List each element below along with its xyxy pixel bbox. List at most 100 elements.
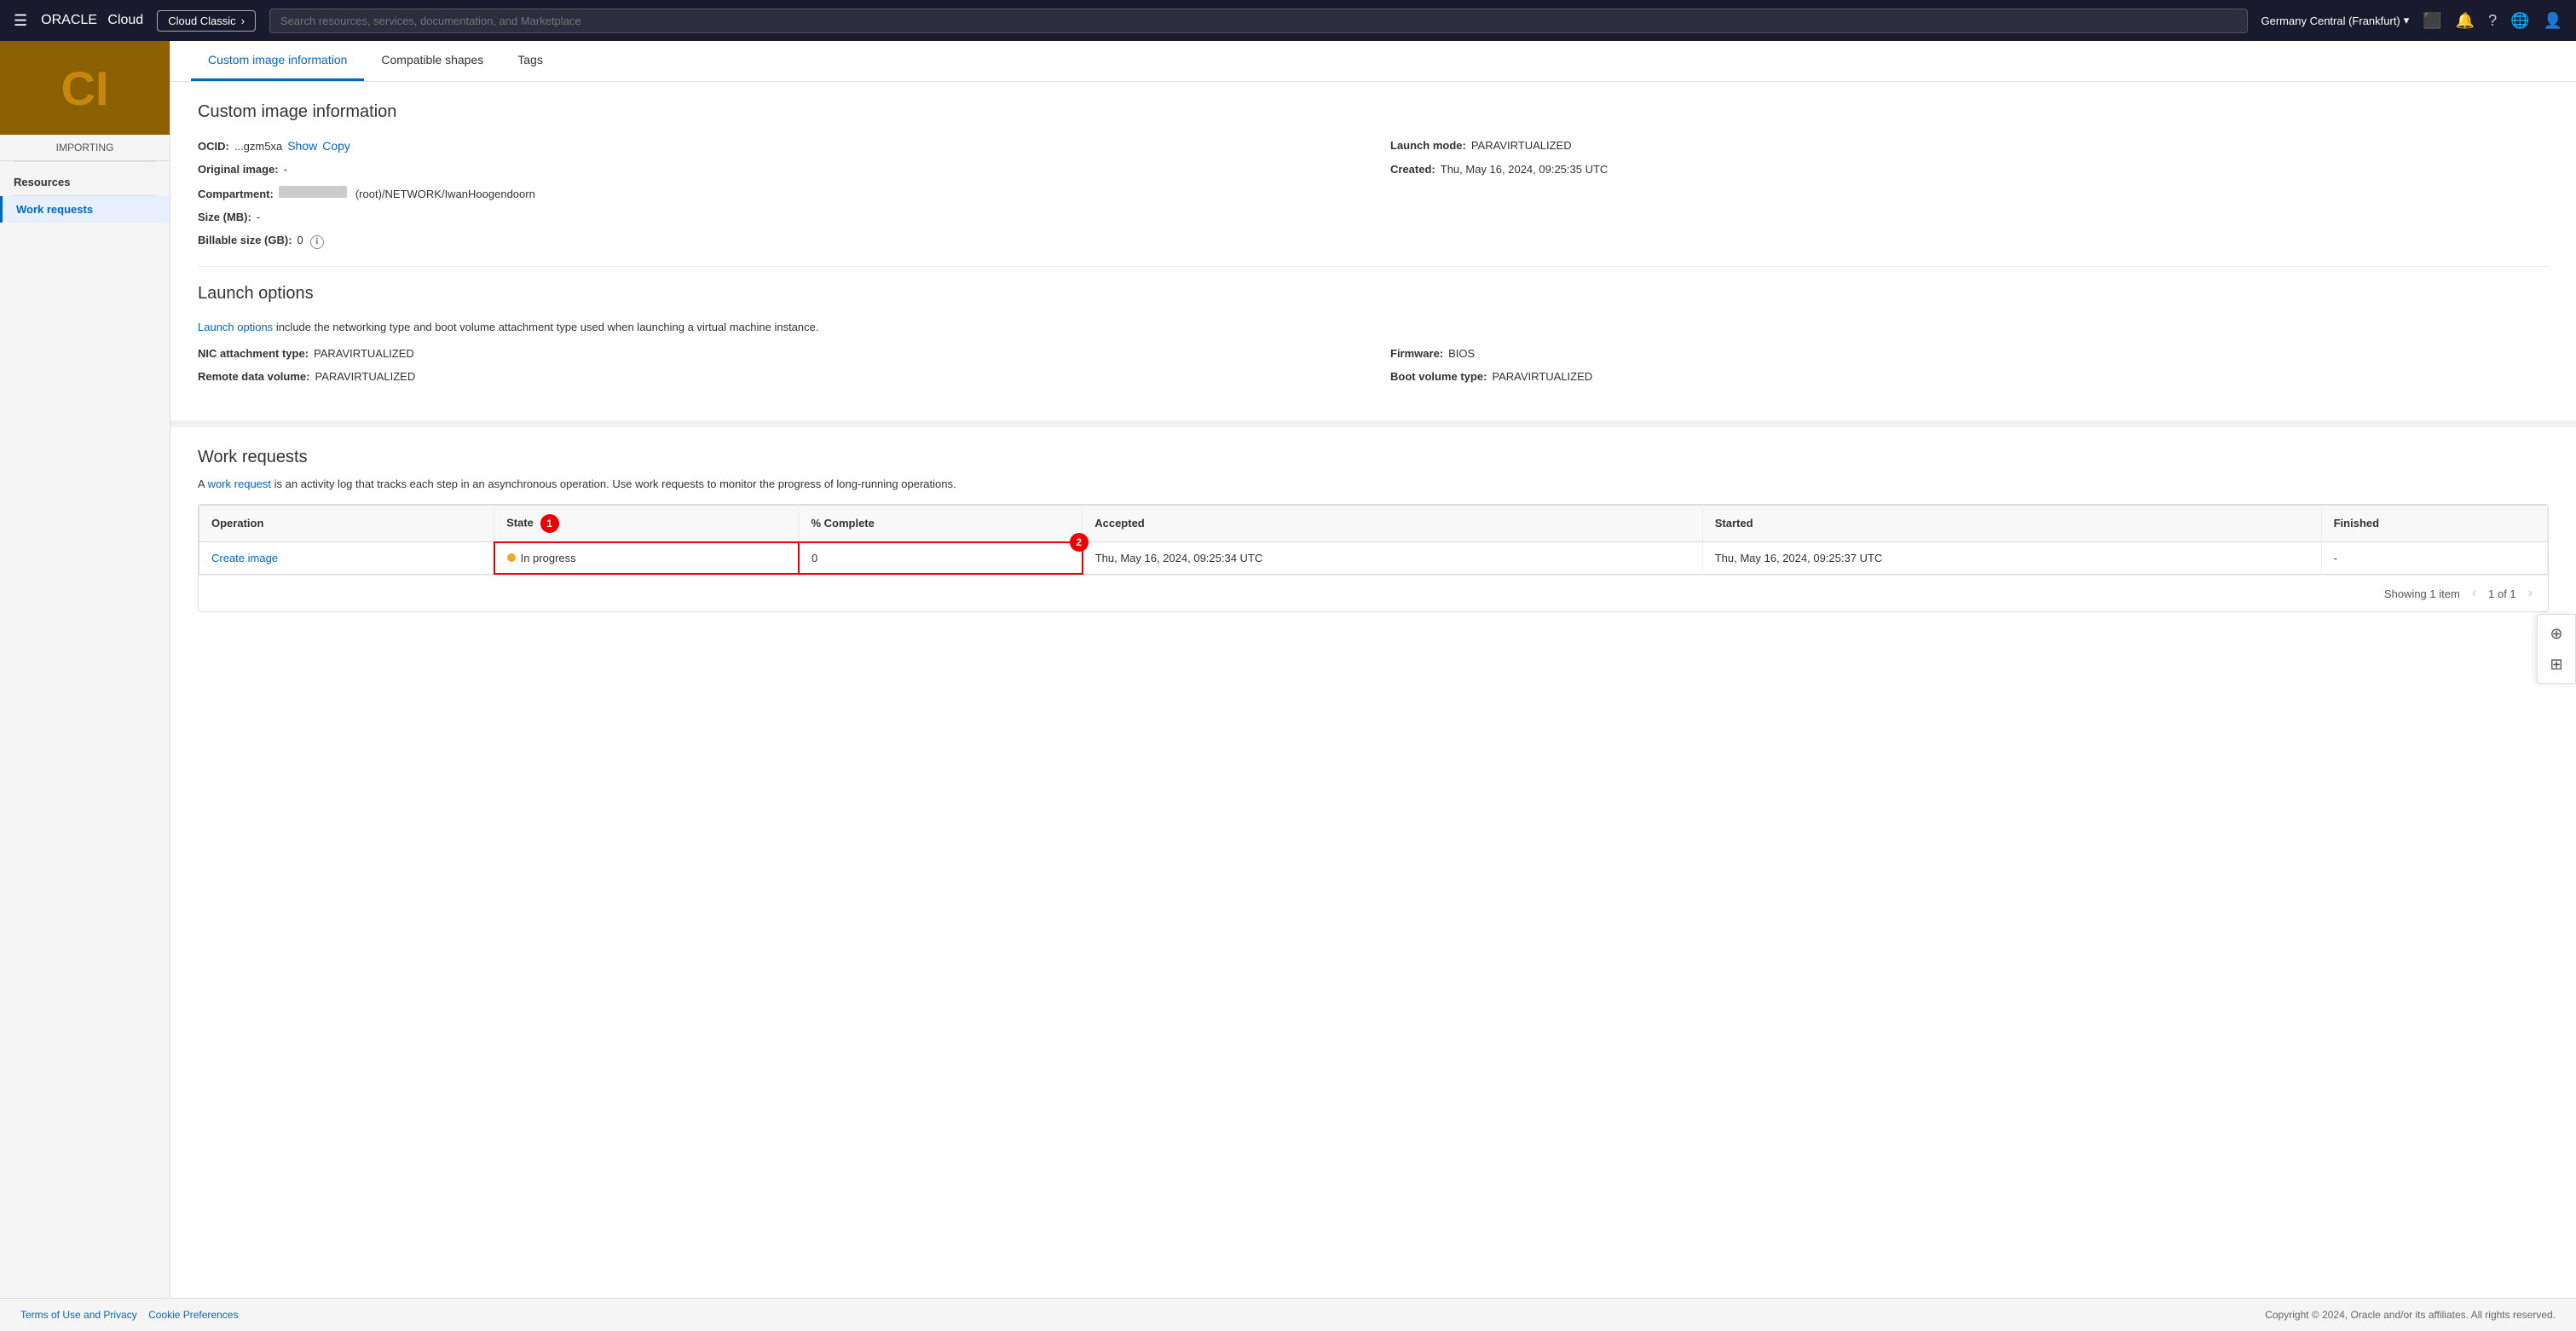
terms-of-use-link[interactable]: Terms of Use and Privacy [20, 1309, 137, 1321]
boot-volume-value: PARAVIRTUALIZED [1492, 370, 1592, 383]
main-content: Custom image information Compatible shap… [170, 41, 2576, 1298]
image-initials: CI [61, 61, 109, 116]
size-row: Size (MB): - [198, 211, 1356, 223]
state-text: In progress [521, 552, 576, 564]
boot-volume-label: Boot volume type: [1390, 370, 1487, 383]
help-icon[interactable]: ? [2488, 12, 2497, 30]
sidebar-item-work-requests[interactable]: Work requests [0, 196, 170, 223]
footer-copyright: Copyright © 2024, Oracle and/or its affi… [2265, 1309, 2556, 1321]
empty-right [1390, 186, 2549, 200]
percent-complete-value: 0 [811, 552, 817, 564]
remote-data-row: Remote data volume: PARAVIRTUALIZED [198, 370, 1356, 383]
firmware-label: Firmware: [1390, 347, 1443, 360]
launch-options-desc-text: include the networking type and boot vol… [276, 321, 819, 333]
ocid-show-link[interactable]: Show [287, 139, 317, 153]
empty-right-2 [1390, 211, 2549, 223]
info-grid: OCID: ...gzm5xa Show Copy Launch mode: P… [198, 139, 2549, 249]
work-request-link[interactable]: work request [208, 477, 271, 490]
section-title: Custom image information [198, 102, 2549, 122]
search-input[interactable] [269, 9, 2247, 33]
cell-finished: - [2321, 542, 2547, 575]
image-status-label: IMPORTING [0, 135, 170, 161]
launch-mode-label: Launch mode: [1390, 139, 1466, 152]
region-selector[interactable]: Germany Central (Frankfurt) ▾ [2261, 14, 2410, 27]
pagination-next-button[interactable]: › [2525, 584, 2536, 603]
launch-options-link[interactable]: Launch options [198, 321, 273, 333]
main-layout: CI IMPORTING Resources Work requests Cus… [0, 41, 2576, 1298]
launch-options-description: Launch options include the networking ty… [198, 321, 2549, 333]
work-requests-table: Operation State 1 % Complete Accepted [199, 505, 2548, 576]
remote-data-label: Remote data volume: [198, 370, 309, 383]
cell-percent-complete: 0 2 [799, 542, 1083, 575]
created-value: Thu, May 16, 2024, 09:25:35 UTC [1441, 163, 1609, 176]
launch-mode-row: Launch mode: PARAVIRTUALIZED [1390, 139, 2549, 153]
state-badge: In progress [507, 552, 576, 564]
cell-state: In progress [494, 542, 799, 575]
remote-data-value: PARAVIRTUALIZED [315, 370, 415, 383]
tab-bar: Custom image information Compatible shap… [170, 41, 2576, 82]
nic-value: PARAVIRTUALIZED [314, 347, 414, 360]
cloud-shell-icon[interactable]: ⬛ [2423, 12, 2441, 30]
tab-compatible-shapes[interactable]: Compatible shapes [364, 41, 500, 81]
page-footer: Terms of Use and Privacy Cookie Preferen… [0, 1298, 2576, 1331]
table-pagination: Showing 1 item ‹ 1 of 1 › [199, 575, 2548, 611]
help-panel-grid-icon[interactable]: ⊞ [2544, 652, 2568, 676]
help-panel: ⊕ ⊞ [2537, 614, 2576, 684]
started-value: Thu, May 16, 2024, 09:25:37 UTC [1715, 552, 1883, 564]
showing-label: Showing 1 item [2384, 587, 2460, 600]
col-percent-complete: % Complete [799, 505, 1083, 542]
cloud-text: Cloud [107, 13, 143, 28]
state-indicator-dot [507, 553, 516, 562]
billable-size-row: Billable size (GB): 0 ℹ [198, 234, 1356, 249]
user-profile-icon[interactable]: 👤 [2544, 12, 2562, 30]
resources-section-label: Resources [0, 162, 170, 195]
cookie-preferences-link[interactable]: Cookie Preferences [148, 1309, 238, 1321]
oracle-text: ORACLE [41, 13, 97, 28]
footer-left: Terms of Use and Privacy Cookie Preferen… [20, 1309, 238, 1321]
ocid-value: ...gzm5xa [234, 140, 282, 153]
nic-label: NIC attachment type: [198, 347, 309, 360]
col-state: State 1 [494, 505, 799, 542]
language-icon[interactable]: 🌐 [2510, 12, 2529, 30]
table-row: Create image In progress 0 2 [199, 542, 2548, 575]
nic-row: NIC attachment type: PARAVIRTUALIZED [198, 347, 1356, 360]
tab-tags[interactable]: Tags [500, 41, 560, 81]
help-panel-lifebuoy-icon[interactable]: ⊕ [2544, 622, 2568, 645]
original-image-label: Original image: [198, 163, 279, 176]
launch-mode-value: PARAVIRTUALIZED [1471, 139, 1572, 152]
cloud-classic-button[interactable]: Cloud Classic › [157, 10, 256, 32]
compartment-row: Compartment: (root)/NETWORK/IwanHoogendo… [198, 186, 1356, 200]
original-image-value: - [284, 163, 287, 176]
billable-size-info-icon[interactable]: ℹ [310, 235, 324, 249]
work-requests-section: Work requests A work request is an activ… [170, 420, 2576, 634]
topnav-right-area: Germany Central (Frankfurt) ▾ ⬛ 🔔 ? 🌐 👤 [2261, 12, 2563, 30]
firmware-row: Firmware: BIOS [1390, 347, 2549, 360]
compartment-label: Compartment: [198, 188, 274, 200]
col-finished: Finished [2321, 505, 2547, 542]
billable-size-label: Billable size (GB): [198, 234, 292, 246]
cell-operation: Create image [199, 542, 494, 575]
ocid-label: OCID: [198, 140, 229, 153]
table-header-row: Operation State 1 % Complete Accepted [199, 505, 2548, 542]
col-started: Started [1702, 505, 2321, 542]
section-divider [198, 266, 2549, 267]
annotation-badge-2: 2 [1070, 533, 1089, 552]
compartment-path: (root)/NETWORK/IwanHoogendoorn [355, 188, 535, 200]
hamburger-menu-icon[interactable]: ☰ [14, 12, 27, 30]
size-value: - [257, 211, 260, 223]
accepted-value: Thu, May 16, 2024, 09:25:34 UTC [1095, 552, 1263, 564]
created-row: Created: Thu, May 16, 2024, 09:25:35 UTC [1390, 163, 2549, 176]
notifications-icon[interactable]: 🔔 [2456, 12, 2475, 30]
cell-started: Thu, May 16, 2024, 09:25:37 UTC [1702, 542, 2321, 575]
create-image-link[interactable]: Create image [211, 552, 278, 564]
work-requests-title: Work requests [198, 448, 2549, 467]
page-info: 1 of 1 [2488, 587, 2516, 600]
sidebar-item-label: Work requests [16, 203, 93, 216]
work-requests-table-container: Operation State 1 % Complete Accepted [198, 504, 2549, 613]
tab-custom-image-information[interactable]: Custom image information [191, 41, 364, 81]
ocid-copy-link[interactable]: Copy [322, 139, 350, 153]
pagination-prev-button[interactable]: ‹ [2469, 584, 2480, 603]
annotation-badge-1: 1 [540, 514, 559, 533]
firmware-value: BIOS [1448, 347, 1475, 360]
launch-options-title: Launch options [198, 284, 2549, 304]
